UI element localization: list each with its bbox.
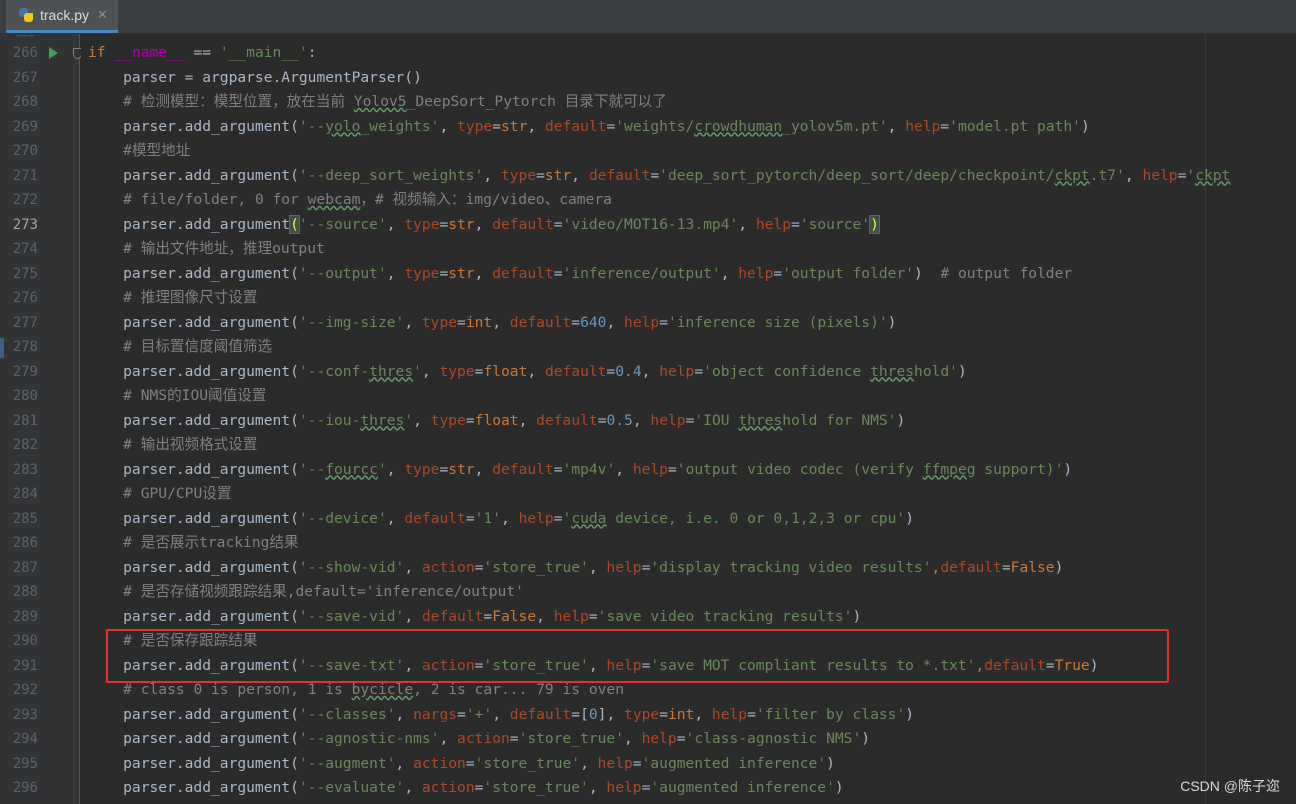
- editor-tab-bar: track.py ✕: [0, 0, 1296, 34]
- line-number: 267: [12, 69, 38, 86]
- code-line[interactable]: #模型地址: [88, 139, 190, 163]
- code-line[interactable]: # 推理图像尺寸设置: [88, 286, 257, 310]
- code-line[interactable]: # 输出视频格式设置: [88, 433, 257, 457]
- tab-filename: track.py: [40, 7, 90, 23]
- line-number: 271: [12, 167, 38, 184]
- right-margin-guide: [1205, 34, 1206, 804]
- line-number: 286: [12, 535, 38, 551]
- line-number: 291: [12, 657, 38, 674]
- highlight-annotation-box: [106, 629, 1169, 683]
- code-line[interactable]: # 目标置信度阈值筛选: [88, 335, 272, 359]
- code-line[interactable]: parser.add_argument('--conf-thres', type…: [88, 360, 967, 384]
- line-number: 269: [12, 118, 38, 135]
- file-tab-track-py[interactable]: track.py ✕: [6, 0, 118, 33]
- code-line[interactable]: parser.add_argument('--fourcc', type=str…: [88, 458, 1072, 482]
- line-number: 296: [12, 780, 38, 796]
- line-number: 288: [12, 584, 38, 600]
- line-number: 290: [12, 633, 38, 649]
- code-line[interactable]: parser.add_argument('--deep_sort_weights…: [88, 164, 1230, 188]
- code-line[interactable]: # 检测模型：模型位置，放在当前 Yolov5_DeepSort_Pytorch…: [88, 90, 667, 114]
- line-number: 273: [12, 216, 38, 233]
- line-number: 272: [12, 192, 38, 208]
- line-number: 270: [12, 143, 38, 159]
- line-number: 281: [12, 412, 38, 429]
- code-line[interactable]: parser.add_argument('--img-size', type=i…: [88, 311, 896, 335]
- code-line[interactable]: parser.add_argument('--source', type=str…: [88, 213, 880, 237]
- change-marker: [0, 338, 4, 358]
- code-line[interactable]: # 是否展示tracking结果: [88, 531, 298, 555]
- run-icon[interactable]: [49, 47, 58, 59]
- code-line[interactable]: parser.add_argument('--augment', action=…: [88, 752, 835, 776]
- line-number: 277: [12, 314, 38, 331]
- code-line[interactable]: # 输出文件地址，推理output: [88, 237, 325, 261]
- code-line[interactable]: parser.add_argument('--save-vid', defaul…: [88, 605, 861, 629]
- line-number: 285: [12, 510, 38, 527]
- python-file-icon: [18, 7, 34, 23]
- code-line[interactable]: parser.add_argument('--classes', nargs='…: [88, 703, 914, 727]
- line-number: 278: [12, 339, 38, 355]
- code-line[interactable]: parser.add_argument('--device', default=…: [88, 507, 914, 531]
- line-number: 287: [12, 559, 38, 576]
- code-line[interactable]: if __name__ == '__main__':: [88, 41, 317, 65]
- code-line[interactable]: parser = argparse.ArgumentParser(): [88, 66, 422, 90]
- code-line[interactable]: parser.add_argument('--agnostic-nms', ac…: [88, 727, 870, 751]
- line-number: 284: [12, 486, 38, 502]
- line-number: 268: [12, 94, 38, 110]
- code-line[interactable]: # GPU/CPU设置: [88, 482, 231, 506]
- line-number: 275: [12, 265, 38, 282]
- code-line[interactable]: # NMS的IOU阈值设置: [88, 384, 266, 408]
- line-number: 294: [12, 731, 38, 747]
- line-number: 292: [12, 682, 38, 698]
- line-number: 279: [12, 363, 38, 380]
- code-line[interactable]: parser.add_argument('--evaluate', action…: [88, 776, 844, 800]
- code-editor[interactable]: if __name__ == '__main__': parser = argp…: [81, 34, 1296, 804]
- line-number: 295: [12, 755, 38, 772]
- close-tab-icon[interactable]: ✕: [97, 7, 108, 23]
- line-number: 282: [12, 437, 38, 453]
- code-line[interactable]: parser.add_argument('--output', type=str…: [88, 262, 1072, 286]
- code-line[interactable]: parser.add_argument('--yolo_weights', ty…: [88, 115, 1090, 139]
- code-line[interactable]: # file/folder, 0 for webcam，# 视频输入：img/v…: [88, 188, 612, 212]
- code-line[interactable]: # 是否存储视频跟踪结果,default='inference/output': [88, 580, 524, 604]
- line-number: 274: [12, 241, 38, 257]
- line-number: 280: [12, 388, 38, 404]
- csdn-watermark: CSDN @陈子迩: [1180, 778, 1280, 794]
- line-number: 266: [12, 45, 38, 61]
- line-number: 276: [12, 290, 38, 306]
- code-line[interactable]: parser.add_argument('--show-vid', action…: [88, 556, 1063, 580]
- line-number: 283: [12, 461, 38, 478]
- code-line[interactable]: parser.add_argument('--iou-thres', type=…: [88, 409, 905, 433]
- line-number: 289: [12, 608, 38, 625]
- line-number: 293: [12, 706, 38, 723]
